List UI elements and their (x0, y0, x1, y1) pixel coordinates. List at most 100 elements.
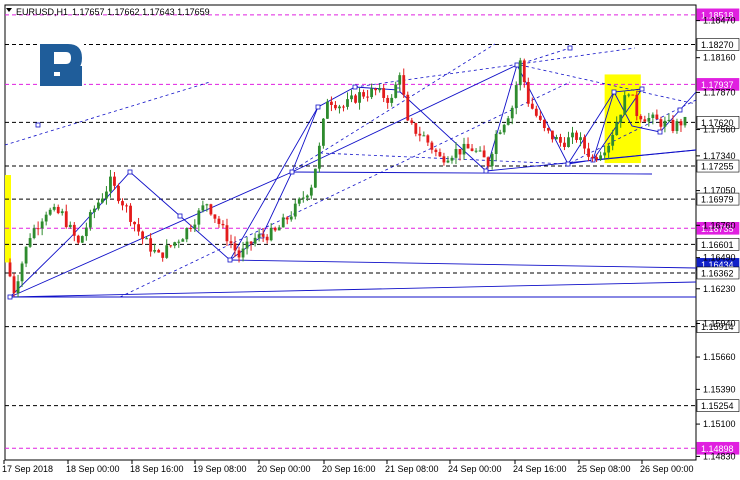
candle-body (555, 137, 558, 140)
candle-body (679, 121, 683, 126)
pivot-marker (127, 169, 133, 175)
candle-body (506, 118, 510, 125)
candle-body (426, 135, 430, 143)
candle-body (599, 155, 603, 160)
x-tick-label: 17 Sep 2018 (2, 464, 53, 474)
candle-body (109, 176, 112, 192)
level-price-label: 1.15254 (701, 401, 734, 411)
candle-body (237, 250, 241, 258)
candle-body (450, 157, 454, 161)
candle-body (201, 205, 205, 211)
candle-body (297, 198, 301, 204)
candle-body (261, 234, 265, 237)
candle-body (60, 211, 64, 214)
pivot-marker (565, 161, 571, 167)
candle-body (414, 123, 418, 134)
candle-body (659, 119, 663, 127)
pivot-marker (567, 45, 573, 51)
candle-body (635, 94, 639, 117)
candle-body (542, 119, 546, 128)
candle-body (410, 120, 414, 124)
candle-body (534, 108, 538, 116)
candle-body (366, 96, 369, 98)
candle-body (406, 94, 410, 121)
candle-body (92, 208, 96, 213)
candle-body (137, 224, 140, 232)
candle-body (289, 216, 293, 220)
x-tick-label: 19 Sep 08:00 (193, 464, 247, 474)
candle-body (12, 276, 16, 294)
x-tick-label: 24 Sep 00:00 (448, 464, 502, 474)
candle-body (265, 236, 269, 241)
y-tick-label: 1.14830 (703, 451, 736, 461)
candle-body (281, 217, 285, 228)
y-tick-label: 1.17560 (703, 125, 736, 135)
candle-body (374, 88, 378, 91)
candle-body (683, 116, 687, 126)
x-tick-label: 26 Sep 00:00 (640, 464, 694, 474)
y-tick-label: 1.18160 (703, 53, 736, 63)
y-tick-label: 1.17340 (703, 151, 736, 161)
y-tick-label: 1.16490 (703, 253, 736, 263)
candle-body (579, 137, 582, 140)
candle-body (394, 84, 398, 98)
candle-body (603, 152, 607, 156)
candle-body (197, 210, 201, 225)
candle-body (490, 153, 494, 167)
candle-body (330, 101, 333, 105)
candle-body (486, 157, 490, 167)
candle-body (342, 106, 345, 108)
pivot-marker (177, 213, 183, 219)
candle-body (205, 204, 209, 206)
candle-body (550, 130, 554, 140)
y-tick-label: 1.15100 (703, 419, 736, 429)
x-tick-label: 25 Sep 08:00 (577, 464, 631, 474)
candle-body (125, 205, 128, 207)
candle-body (113, 176, 116, 186)
candle-body (538, 115, 542, 120)
candle-body (321, 118, 325, 146)
candle-body (317, 145, 321, 169)
candle-body (84, 227, 88, 237)
x-tick-label: 24 Sep 16:00 (513, 464, 567, 474)
candle-body (52, 206, 56, 210)
pivot-marker (7, 294, 13, 300)
candle-body (627, 94, 631, 96)
candle-body (28, 238, 32, 247)
y-tick-label: 1.15940 (703, 319, 736, 329)
candle-body (193, 224, 197, 229)
candle-body (378, 88, 382, 91)
candle-body (169, 245, 173, 247)
candle-body (32, 228, 36, 239)
candle-body (498, 132, 502, 134)
candle-body (470, 148, 474, 151)
candle-body (253, 237, 257, 244)
candle-body (591, 156, 594, 158)
candle-body (40, 221, 44, 229)
candle-body (96, 202, 100, 209)
candle-body (229, 241, 233, 244)
candle-body (546, 127, 550, 131)
candle-body (173, 242, 177, 246)
candle-body (454, 149, 458, 158)
candle-body (213, 214, 217, 219)
y-tick-label: 1.15660 (703, 352, 736, 362)
candle-body (466, 143, 470, 149)
candle-body (209, 204, 213, 215)
candle-body (478, 150, 482, 152)
candle-body (145, 238, 149, 240)
candle-body (446, 160, 450, 163)
candle-body (225, 225, 229, 242)
candle-body (338, 106, 341, 109)
candle-body (494, 133, 498, 154)
pivot-marker (483, 168, 489, 174)
candle-body (149, 238, 153, 252)
candle-body (615, 122, 619, 136)
candle-body (249, 241, 253, 244)
highlight-zone-left (5, 175, 11, 263)
candle-body (567, 137, 570, 147)
chart-ohlc: 1.17657 1.17662 1.17643 1.17659 (72, 7, 210, 17)
pivot-marker (677, 107, 683, 113)
x-tick-label: 18 Sep 16:00 (130, 464, 184, 474)
candle-body (482, 150, 486, 158)
